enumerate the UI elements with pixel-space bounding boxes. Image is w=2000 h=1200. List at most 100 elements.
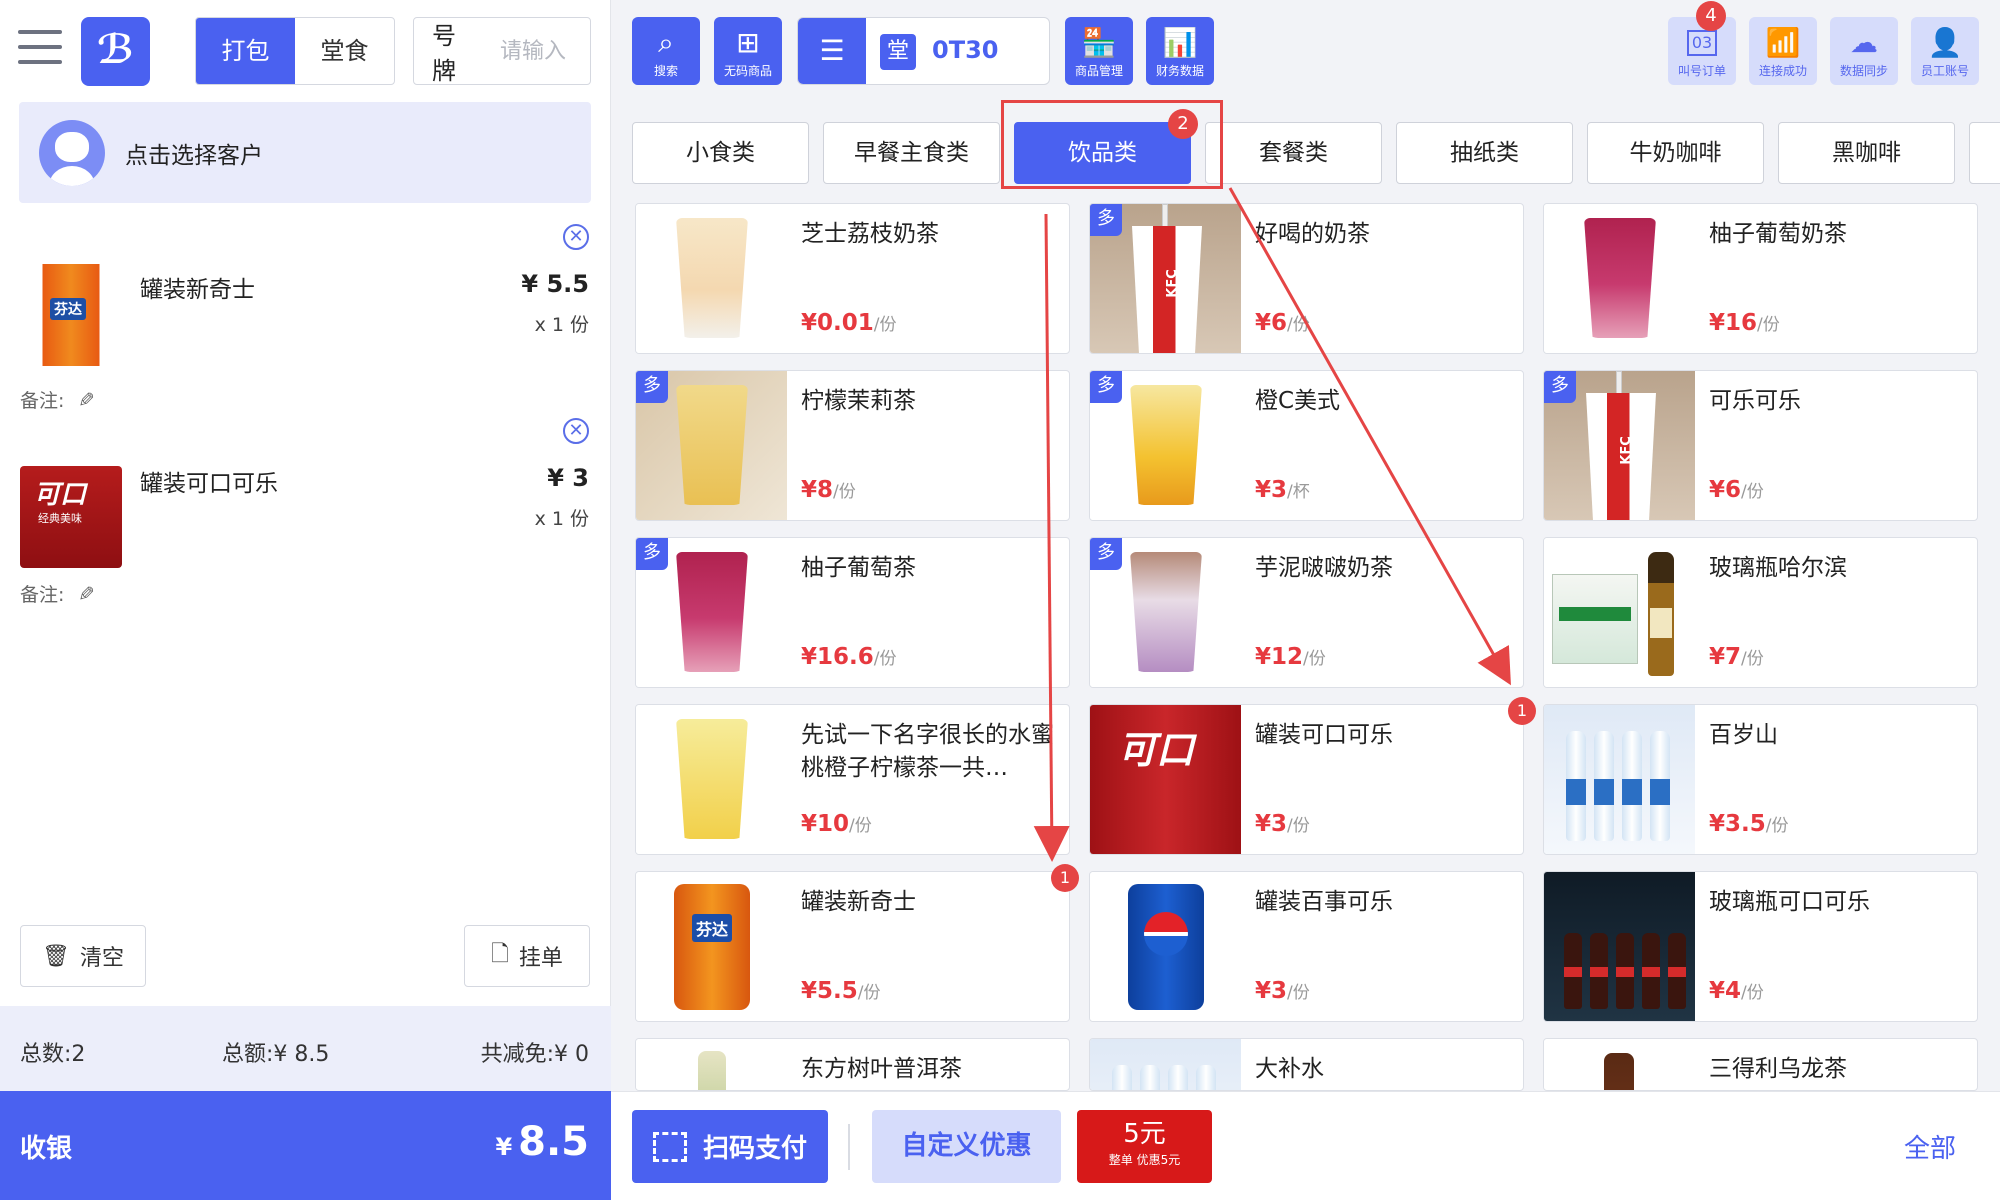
product-price: ¥8/份 <box>801 477 856 503</box>
product-card[interactable]: 柚子葡萄奶茶 ¥16/份 <box>1543 203 1978 354</box>
product-name: 百岁山 <box>1709 722 1778 748</box>
sync-label: 数据同步 <box>1839 64 1888 78</box>
product-card[interactable]: 三得利乌龙茶 <box>1543 1038 1978 1091</box>
product-card[interactable]: 罐装百事可乐 ¥3/份 <box>1089 871 1524 1022</box>
product-price: ¥6/份 <box>1709 477 1764 503</box>
plate-number-input[interactable] <box>500 38 590 64</box>
product-card[interactable]: 玻璃瓶可口可乐 ¥4/份 <box>1543 871 1978 1022</box>
staff-account-button[interactable]: 👤 员工账号 <box>1911 17 1979 85</box>
product-price: ¥6/份 <box>1255 310 1310 336</box>
product-card[interactable]: 东方树叶普洱茶 <box>635 1038 1070 1091</box>
clear-label: 清空 <box>79 946 124 971</box>
product-name: 东方树叶普洱茶 <box>801 1056 962 1082</box>
product-card[interactable]: 玻璃瓶哈尔滨 ¥7/份 <box>1543 537 1978 688</box>
no-code-label: 无码商品 <box>723 64 772 78</box>
product-card[interactable]: 大补水 <box>1089 1038 1524 1091</box>
product-price: ¥5.5/份 <box>801 978 881 1004</box>
clear-button[interactable]: 🗑 清空 <box>20 925 146 987</box>
app-logo: ℬ <box>81 17 150 86</box>
product-card[interactable]: 多柚子葡萄茶 ¥16.6/份 <box>635 537 1070 688</box>
product-card[interactable]: 百岁山 ¥3.5/份 <box>1543 704 1978 855</box>
data-sync-button[interactable]: ☁ 数据同步 <box>1830 17 1898 85</box>
product-card[interactable]: 多可乐可乐 ¥6/份 <box>1543 370 1978 521</box>
product-card[interactable]: 多好喝的奶茶 ¥6/份 <box>1089 203 1524 354</box>
checkout-button[interactable]: 收银 ¥8.5 <box>0 1091 611 1200</box>
product-thumbnail <box>20 264 122 366</box>
scan-icon <box>652 1131 687 1162</box>
product-card[interactable]: 罐装可口可乐 ¥3/份 <box>1089 704 1524 855</box>
tab-dine-in[interactable]: 堂食 <box>295 18 394 84</box>
product-name: 罐装可口可乐 <box>1255 722 1393 748</box>
product-name: 三得利乌龙茶 <box>1709 1056 1847 1082</box>
total-count: 总数:2 <box>20 1042 86 1067</box>
product-price: ¥16/份 <box>1709 310 1780 336</box>
order-item-name: 罐装可口可乐 <box>140 471 278 497</box>
category-tab-tissues[interactable]: 抽纸类 <box>1396 122 1573 184</box>
order-summary: 总数:2 总额:¥ 8.5 共减免:¥ 0 <box>0 1006 611 1091</box>
connection-status-button[interactable]: 📶 连接成功 <box>1749 17 1817 85</box>
product-name: 罐装新奇士 <box>801 889 916 915</box>
call-orders-button[interactable]: 4 03 叫号订单 <box>1668 1 1736 85</box>
no-code-goods-button[interactable]: ⊞ 无码商品 <box>714 17 782 85</box>
coupon-desc: 整单 优惠5元 <box>1108 1153 1181 1167</box>
edit-note-icon[interactable]: ✎ <box>78 388 95 412</box>
category-tab-milk-coffee[interactable]: 牛奶咖啡 <box>1587 122 1764 184</box>
product-name: 罐装百事可乐 <box>1255 889 1393 915</box>
tab-takeaway[interactable]: 打包 <box>196 18 295 84</box>
goods-manage-button[interactable]: 🏪 商品管理 <box>1065 17 1133 85</box>
search-button[interactable]: ⌕ 搜索 <box>632 17 700 85</box>
product-price: ¥10/份 <box>801 811 872 837</box>
remove-item-icon[interactable]: ✕ <box>563 224 589 250</box>
scan-pay-button[interactable]: 扫码支付 <box>632 1110 828 1183</box>
product-card[interactable]: 芝士荔枝奶茶 ¥0.01/份 <box>635 203 1070 354</box>
avatar-icon <box>39 119 105 186</box>
select-customer-button[interactable]: 点击选择客户 <box>19 102 591 203</box>
annotation-highlight-box <box>1001 100 1223 189</box>
table-selector[interactable]: ☰ 堂 0T30 <box>797 17 1050 85</box>
shop-icon: 🏪 <box>1081 26 1117 59</box>
category-tab-snacks[interactable]: 小食类 <box>632 122 809 184</box>
trash-icon: 🗑 <box>42 943 70 969</box>
all-discounts-link[interactable]: 全部 <box>1904 1128 1956 1165</box>
product-name: 芝士荔枝奶茶 <box>801 221 939 247</box>
product-card[interactable]: 多柠檬茉莉茶 ¥8/份 <box>635 370 1070 521</box>
product-card[interactable]: 先试一下名字很长的水蜜桃橙子柠檬茶一共… ¥10/份 <box>635 704 1070 855</box>
product-price: ¥3/份 <box>1255 978 1310 1004</box>
order-item-qty: x 1 份 <box>534 314 589 336</box>
edit-note-icon[interactable]: ✎ <box>78 582 95 606</box>
note-label: 备注: <box>20 390 65 412</box>
divider <box>848 1124 850 1170</box>
scan-pay-label: 扫码支付 <box>702 1134 807 1164</box>
call-orders-badge: 4 <box>1696 1 1726 31</box>
product-price: ¥0.01/份 <box>801 310 897 336</box>
product-card[interactable]: 罐装新奇士 ¥5.5/份 <box>635 871 1070 1022</box>
product-price: ¥3/杯 <box>1255 477 1310 503</box>
hold-order-button[interactable]: 🗋 挂单 <box>464 925 590 987</box>
remove-item-icon[interactable]: ✕ <box>563 418 589 444</box>
finance-label: 财务数据 <box>1155 64 1204 78</box>
chart-icon: 📊 <box>1162 26 1198 59</box>
order-item-name: 罐装新奇士 <box>140 277 255 303</box>
hamburger-menu-icon[interactable] <box>18 30 62 70</box>
finance-button[interactable]: 📊 财务数据 <box>1146 17 1214 85</box>
product-card[interactable]: 多芋泥啵啵奶茶 ¥12/份 <box>1089 537 1524 688</box>
coupon-button[interactable]: 5元 整单 优惠5元 <box>1077 1110 1212 1183</box>
category-tab-combos[interactable]: 套餐类 <box>1205 122 1382 184</box>
goods-manage-label: 商品管理 <box>1074 64 1123 78</box>
order-item-note[interactable]: 备注: ✎ <box>20 386 95 413</box>
cloud-download-icon: ☁ <box>1850 26 1878 59</box>
multi-spec-badge: 多 <box>1090 371 1122 403</box>
product-image <box>1544 705 1695 854</box>
category-tab-more[interactable] <box>1969 122 2000 184</box>
call-orders-label: 叫号订单 <box>1677 64 1726 78</box>
plate-number-field: 号牌 <box>413 17 591 85</box>
product-card[interactable]: 多橙C美式 ¥3/杯 <box>1089 370 1524 521</box>
category-tab-breakfast[interactable]: 早餐主食类 <box>823 122 1000 184</box>
order-item-note[interactable]: 备注: ✎ <box>20 580 95 607</box>
product-thumbnail <box>20 466 122 568</box>
category-tab-black-coffee[interactable]: 黑咖啡 <box>1778 122 1955 184</box>
custom-discount-button[interactable]: 自定义优惠 <box>872 1110 1061 1183</box>
currency-symbol: ¥ <box>495 1133 513 1161</box>
product-name: 玻璃瓶可口可乐 <box>1709 889 1870 915</box>
note-label: 备注: <box>20 584 65 606</box>
